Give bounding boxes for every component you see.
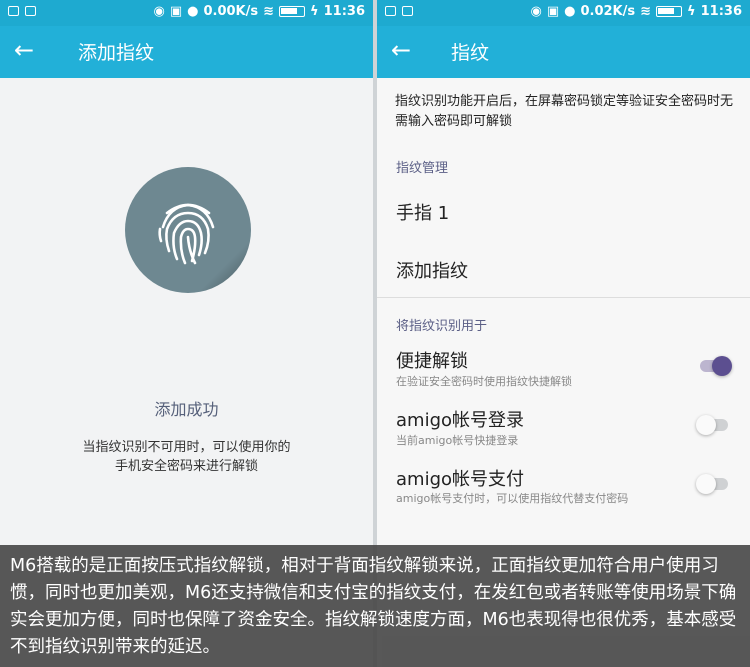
option-subtitle-amigo-login: 当前amigo帐号快捷登录	[396, 434, 519, 447]
notification-icon	[402, 6, 413, 16]
charging-icon: ϟ	[687, 4, 696, 19]
sim-icon: ▣	[169, 4, 183, 19]
add-fingerprint-button[interactable]: 添加指纹	[396, 257, 468, 283]
amigo-login-toggle[interactable]	[696, 415, 728, 435]
clock: 11:36	[323, 4, 365, 19]
quick-unlock-toggle[interactable]	[700, 356, 732, 376]
back-arrow-icon[interactable]: ←	[14, 36, 42, 64]
toggle-knob	[712, 356, 732, 376]
notification-icon	[25, 6, 36, 16]
location-icon: ●	[187, 4, 199, 19]
back-arrow-icon[interactable]: ←	[391, 36, 419, 64]
success-message: 添加成功	[154, 400, 219, 419]
section-divider	[377, 297, 750, 298]
fallback-note-line: 手机安全密码来进行解锁	[114, 459, 258, 474]
toggle-knob	[696, 474, 716, 494]
section-header-usage: 将指纹识别用于	[396, 319, 488, 334]
option-subtitle-quick-unlock: 在验证安全密码时使用指纹快捷解锁	[396, 375, 572, 388]
amigo-payment-toggle[interactable]	[696, 474, 728, 494]
clock: 11:36	[700, 4, 742, 19]
toggle-knob	[696, 415, 716, 435]
app-bar: ← 指纹	[377, 26, 750, 78]
network-speed: 0.00K/s	[203, 4, 259, 19]
app-bar: ← 添加指纹	[0, 26, 373, 78]
wifi-icon: ≋	[263, 4, 275, 19]
option-title-amigo-payment[interactable]: amigo帐号支付	[396, 465, 524, 491]
article-caption: M6搭载的是正面按压式指纹解锁，相对于背面指纹解锁来说，正面指纹更加符合用户使用…	[0, 545, 750, 667]
status-bar: ◉ ▣ ● 0.00K/s ≋ ϟ 11:36	[0, 0, 373, 26]
fallback-note-line: 当指纹识别不可用时，可以使用你的	[82, 440, 291, 455]
feature-description: 指纹识别功能开启后，在屏幕密码锁定等验证安全密码时无需输入密码即可解锁	[395, 94, 734, 129]
section-header-manage: 指纹管理	[396, 161, 449, 176]
battery-icon	[656, 6, 683, 17]
signal-icon: ◉	[153, 4, 165, 19]
option-title-quick-unlock[interactable]: 便捷解锁	[396, 347, 468, 373]
option-title-amigo-login[interactable]: amigo帐号登录	[396, 406, 524, 432]
fingerprint-badge	[125, 167, 251, 293]
status-bar: ◉ ▣ ● 0.02K/s ≋ ϟ 11:36	[377, 0, 750, 26]
fingerprint-item-finger-1[interactable]: 手指 1	[396, 199, 449, 225]
notification-icon	[8, 6, 19, 16]
page-title: 添加指纹	[78, 42, 155, 64]
sim-icon: ▣	[546, 4, 560, 19]
fingerprint-icon	[158, 203, 215, 265]
page-title: 指纹	[451, 42, 490, 64]
fallback-note: 当指纹识别不可用时，可以使用你的 手机安全密码来进行解锁	[0, 438, 373, 476]
location-icon: ●	[564, 4, 576, 19]
wifi-icon: ≋	[640, 4, 652, 19]
battery-icon	[279, 6, 306, 17]
signal-icon: ◉	[530, 4, 542, 19]
charging-icon: ϟ	[310, 4, 319, 19]
option-subtitle-amigo-payment: amigo帐号支付时，可以使用指纹代替支付密码	[396, 492, 629, 505]
notification-icon	[385, 6, 396, 16]
network-speed: 0.02K/s	[580, 4, 636, 19]
